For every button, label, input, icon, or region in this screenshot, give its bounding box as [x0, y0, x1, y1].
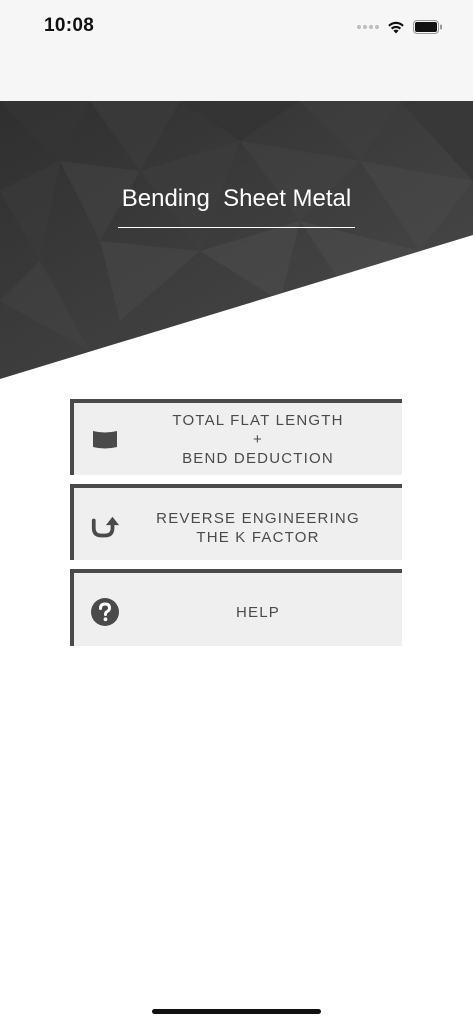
wifi-icon: [388, 21, 404, 34]
status-icons: [357, 16, 443, 38]
home-indicator[interactable]: [152, 1009, 321, 1014]
status-bar: 10:08: [0, 0, 473, 101]
label-line-2: +: [253, 431, 263, 448]
reverse-engineering-button[interactable]: REVERSE ENGINEERING THE K FACTOR: [70, 484, 402, 560]
label-line-1: HELP: [236, 604, 280, 621]
battery-icon: [413, 20, 442, 34]
help-label: HELP: [124, 603, 392, 622]
header-banner: [0, 101, 473, 381]
total-flat-length-label: TOTAL FLAT LENGTH + BEND DEDUCTION: [124, 411, 392, 468]
cellular-signal-icon: [357, 25, 379, 29]
label-line-1: REVERSE ENGINEERING: [156, 510, 360, 527]
label-line-2: THE K FACTOR: [196, 529, 320, 546]
total-flat-length-button[interactable]: TOTAL FLAT LENGTH + BEND DEDUCTION: [70, 399, 402, 475]
help-button[interactable]: HELP: [70, 569, 402, 646]
label-line-1: TOTAL FLAT LENGTH: [172, 412, 344, 429]
question-circle-icon: [90, 597, 120, 627]
u-turn-arrow-icon: [90, 512, 120, 542]
label-line-3: BEND DEDUCTION: [182, 450, 334, 467]
status-time: 10:08: [44, 15, 95, 36]
page-title: Bending Sheet Metal: [121, 185, 352, 212]
curved-sheet-icon: [90, 425, 120, 455]
reverse-engineering-label: REVERSE ENGINEERING THE K FACTOR: [124, 509, 392, 547]
banner-background: [0, 101, 473, 379]
title-underline: [118, 227, 355, 228]
app-screen: 10:08 Bending Sheet Metal TOTAL FLAT LEN…: [0, 0, 473, 1024]
